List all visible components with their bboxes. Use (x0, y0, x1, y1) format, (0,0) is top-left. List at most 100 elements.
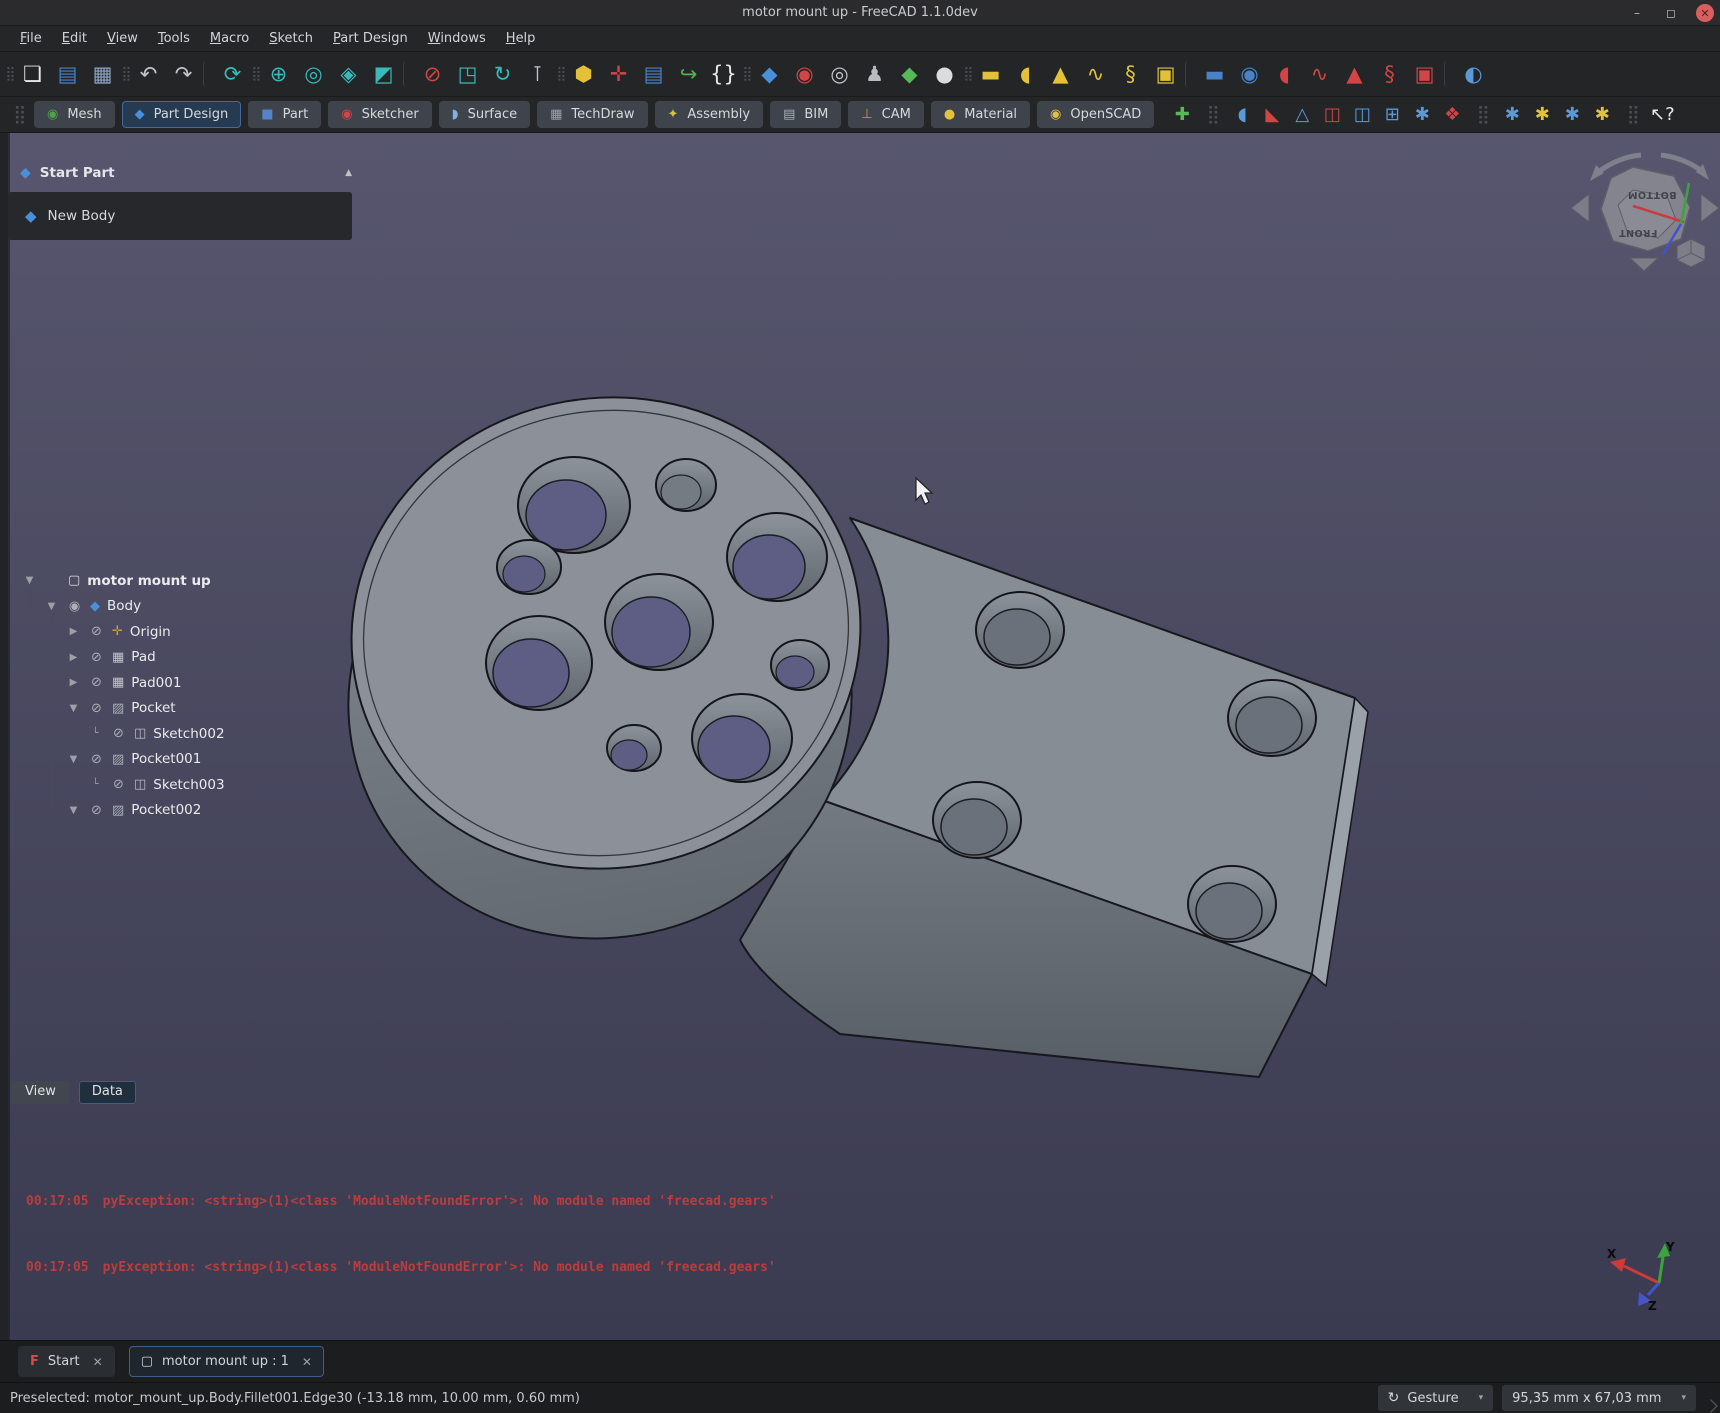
tree-item[interactable]: ▶ ⊘ ✛ Origin (14, 619, 344, 645)
workbench-tab[interactable]: ◉ OpenSCAD (1037, 101, 1154, 128)
close-tab-icon[interactable]: ✕ (302, 1355, 312, 1369)
visibility-icon[interactable]: ⊘ (88, 650, 105, 665)
workbench-tab[interactable]: ■ Part (248, 101, 321, 128)
toolbar-icon[interactable]: ⬢ (566, 57, 601, 92)
toolbar-icon[interactable]: ↪ (671, 57, 706, 92)
toolbar-icon[interactable]: ◈ (331, 57, 366, 92)
tree-item[interactable]: ▶ ⊘ ▦ Pad001 (14, 670, 344, 696)
toolbar-icon[interactable]: ◆ (892, 57, 927, 92)
toolbar-icon[interactable]: ✱ (1407, 100, 1437, 130)
toolbar-icon[interactable]: ⣿ (4, 57, 15, 92)
toolbar-icon[interactable]: ◐ (1456, 57, 1491, 92)
tree-item[interactable]: ▼ ▢ motor mount up (14, 568, 344, 594)
tree-item[interactable]: ▼ ◉ ◆ Body (14, 594, 344, 620)
workbench-tab[interactable]: ⊥ CAM (848, 101, 924, 128)
toolbar-icon[interactable]: {} (706, 57, 741, 92)
toolbar-icon[interactable] (1444, 61, 1454, 87)
toolbar-icon[interactable]: ∿ (1078, 57, 1113, 92)
toolbar-icon[interactable]: ✱ (1497, 100, 1527, 130)
toolbar-icon[interactable]: ● (927, 57, 962, 92)
toolbar-icon[interactable]: ⣿ (1197, 100, 1227, 130)
toolbar-icon[interactable]: ✛ (601, 57, 636, 92)
toolbar-icon[interactable] (203, 61, 213, 87)
toolbar-icon[interactable]: ⊕ (261, 57, 296, 92)
toolbar-icon[interactable]: ◉ (787, 57, 822, 92)
tree-expand-arrow[interactable]: ▼ (66, 703, 81, 714)
tab-view[interactable]: View (12, 1081, 69, 1104)
toolbar-icon[interactable]: ⣿ (741, 57, 752, 92)
tree-expand-arrow[interactable]: ▶ (66, 626, 81, 637)
visibility-icon[interactable]: ⊘ (88, 675, 105, 690)
visibility-icon[interactable]: ⊘ (88, 624, 105, 639)
toolbar-icon[interactable]: ↷ (166, 57, 201, 92)
tree-expand-arrow[interactable]: ▶ (66, 677, 81, 688)
toolbar-icon[interactable]: ◆ (752, 57, 787, 92)
toolbar-icon[interactable]: ✱ (1527, 100, 1557, 130)
tree-item[interactable]: ▼ ⊘ ▨ Pocket002 (14, 798, 344, 824)
toolbar-icon[interactable]: ❏ (15, 57, 50, 92)
close-button[interactable]: ✕ (1696, 4, 1714, 22)
tree-item[interactable]: ▼ ⊘ ▨ Pocket (14, 696, 344, 722)
toolbar-icon[interactable]: ⣿ (962, 57, 973, 92)
menu-item[interactable]: Part Design (323, 28, 418, 49)
resize-grip[interactable] (1704, 1399, 1718, 1413)
tree-item[interactable]: └ ⊘ ◫ Sketch003 (14, 772, 344, 798)
visibility-icon[interactable]: ⊘ (110, 726, 127, 741)
tree-item[interactable]: ▶ ⊘ ▦ Pad (14, 645, 344, 671)
workbench-tab[interactable]: ▤ BIM (770, 101, 841, 128)
toolbar-icon[interactable]: ♟ (857, 57, 892, 92)
toolbar-icon[interactable]: ▲ (1337, 57, 1372, 92)
toolbar-icon[interactable]: ◖ (1008, 57, 1043, 92)
toolbar-icon[interactable]: ⊘ (415, 57, 450, 92)
menu-item[interactable]: File (10, 28, 52, 49)
workbench-tab[interactable]: ◆ Part Design (122, 101, 242, 128)
toolbar-icon[interactable]: ▤ (636, 57, 671, 92)
menu-item[interactable]: View (97, 28, 148, 49)
new-body-button[interactable]: ◆ New Body (8, 192, 352, 240)
document-tab[interactable]: ▢ motor mount up : 1 ✕ (129, 1346, 324, 1377)
collapse-icon[interactable]: ▲ (345, 168, 352, 178)
maximize-button[interactable]: ◻ (1662, 4, 1680, 22)
toolbar-icon[interactable]: ◎ (822, 57, 857, 92)
toolbar-icon[interactable]: ▤ (50, 57, 85, 92)
toolbar-icon[interactable]: ∿ (1302, 57, 1337, 92)
toolbar-icon[interactable]: ▦ (85, 57, 120, 92)
menu-item[interactable]: Help (496, 28, 546, 49)
toolbar-icon[interactable]: ✚ (1167, 100, 1197, 130)
visibility-icon[interactable]: ⊘ (88, 752, 105, 767)
toolbar-icon[interactable]: § (1113, 57, 1148, 92)
toolbar-icon[interactable]: ↶ (131, 57, 166, 92)
toolbar-icon[interactable]: ⊺ (520, 57, 555, 92)
start-part-header[interactable]: ◆ Start Part ▲ (20, 160, 352, 186)
toolbar-icon[interactable]: △ (1287, 100, 1317, 130)
toolbar-icon[interactable]: ✱ (1557, 100, 1587, 130)
toolbar-icon[interactable]: ⣿ (250, 57, 261, 92)
toolbar-icon[interactable]: ▣ (1148, 57, 1183, 92)
menu-item[interactable]: Edit (52, 28, 97, 49)
tree-expand-arrow[interactable]: ▼ (22, 575, 37, 586)
menu-item[interactable]: Windows (418, 28, 496, 49)
toolbar-icon[interactable]: ▲ (1043, 57, 1078, 92)
toolbar-icon[interactable]: ◖ (1227, 100, 1257, 130)
toolbar-icon[interactable]: ⊞ (1377, 100, 1407, 130)
toolbar-icon[interactable]: ◎ (296, 57, 331, 92)
tab-data[interactable]: Data (79, 1081, 136, 1104)
visibility-icon[interactable]: ⊘ (88, 803, 105, 818)
toolbar-icon[interactable]: ◉ (1232, 57, 1267, 92)
visibility-icon[interactable]: ⊘ (110, 777, 127, 792)
toolbar-icon[interactable]: ▬ (1197, 57, 1232, 92)
toolbar-icon[interactable]: ⣿ (1617, 100, 1647, 130)
toolbar-icon[interactable]: ↖? (1647, 100, 1677, 130)
toolbar-icon[interactable]: ⣿ (120, 57, 131, 92)
toolbar-icon[interactable]: ❖ (1437, 100, 1467, 130)
toolbar-icon[interactable]: ✱ (1587, 100, 1617, 130)
view-dimensions-button[interactable]: 95,35 mm x 67,03 mm ▾ (1502, 1385, 1696, 1411)
tree-expand-arrow[interactable]: └ (88, 728, 103, 739)
navigation-style-button[interactable]: ↻ Gesture ▾ (1378, 1385, 1494, 1411)
tree-item[interactable]: ▼ ⊘ ▨ Pocket001 (14, 747, 344, 773)
toolbar-icon[interactable]: ▣ (1407, 57, 1442, 92)
workbench-tab[interactable]: ✦ Assembly (655, 101, 764, 128)
toolbar-icon[interactable]: ◫ (1347, 100, 1377, 130)
tree-expand-arrow[interactable]: ▼ (44, 601, 59, 612)
visibility-icon[interactable]: ⊘ (88, 701, 105, 716)
